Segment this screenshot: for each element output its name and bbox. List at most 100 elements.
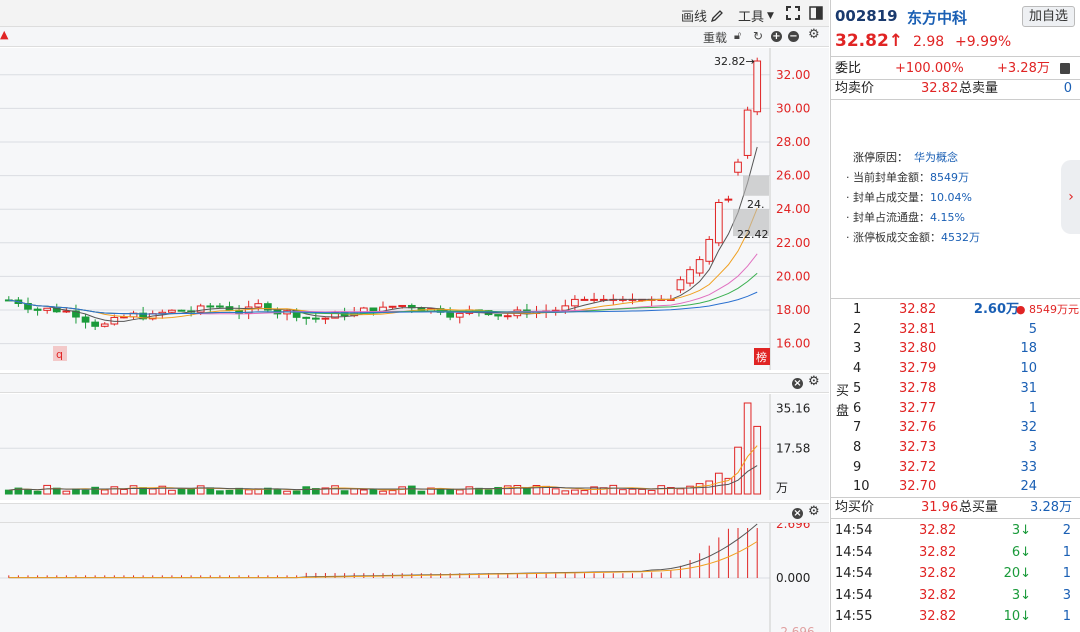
- volume-bar: [379, 490, 387, 495]
- volume-bar: [571, 489, 579, 495]
- macd-panel-bar: × ⚙: [0, 503, 829, 523]
- add-watchlist-button[interactable]: 加自选: [1022, 6, 1075, 27]
- macd-chart[interactable]: 2.696 0.000 -2.696: [0, 523, 829, 632]
- order-volume: 33: [1020, 459, 1037, 475]
- volume-bar: [81, 489, 90, 495]
- zoom-out-icon[interactable]: −: [788, 31, 799, 42]
- candle-body: [676, 279, 685, 291]
- chevron-down-icon: ▼: [767, 10, 774, 21]
- kline-chart[interactable]: 32.00 30.00 28.00 26.00 24.00 22.00 20.00 18.00…: [0, 48, 829, 370]
- tick-volume: 6↓: [1011, 544, 1031, 560]
- candle-body: [206, 305, 215, 308]
- seal-volume-ratio-value: 10.04%: [930, 191, 972, 204]
- last-price-value: 32.82: [835, 31, 889, 51]
- avg-sell-row: 均卖价 32.82 总卖量 0: [835, 79, 1076, 99]
- volume-bar: [110, 486, 119, 495]
- volume-bar: [187, 488, 195, 495]
- volume-bar: [4, 489, 13, 495]
- volume-bar: [580, 490, 589, 495]
- buy-side-label: 买盘: [836, 382, 850, 422]
- tick-time: 14:54: [835, 587, 873, 603]
- order-book-row[interactable]: 10 32.70 24: [853, 477, 1077, 497]
- candle-body: [254, 303, 263, 308]
- order-book-row[interactable]: 4 32.79 10: [853, 359, 1077, 379]
- y-tick-label: 26.00: [776, 169, 810, 183]
- gear-icon[interactable]: ⚙: [808, 27, 820, 42]
- copy-icon[interactable]: [1060, 63, 1070, 74]
- buy-side-label-char: 盘: [836, 404, 850, 419]
- fullscreen-icon[interactable]: [786, 6, 800, 20]
- zoom-in-icon[interactable]: +: [771, 31, 782, 42]
- buy-side-label-char: 买: [836, 384, 850, 399]
- volume-bar: [436, 489, 445, 495]
- price-change-pct: +9.99%: [955, 34, 1012, 50]
- volume-bar: [446, 488, 455, 495]
- tick-price: 32.82: [919, 523, 957, 538]
- tick-row: 14:54 32.82 20↓ 1: [835, 563, 1077, 584]
- stock-name[interactable]: 东方中科: [907, 7, 967, 28]
- refresh-icon[interactable]: ↻: [753, 29, 763, 43]
- candle-body: [753, 60, 762, 113]
- order-volume: 10: [1020, 361, 1037, 377]
- commission-ratio-label: 委比: [835, 61, 862, 76]
- limit-reason-value[interactable]: 华为概念: [914, 151, 958, 164]
- gear-icon[interactable]: ⚙: [808, 504, 820, 519]
- order-extra: ● 8549万元: [1015, 303, 1079, 316]
- order-book-row[interactable]: 8 32.73 3: [853, 438, 1077, 458]
- y-tick-label: 0.000: [776, 571, 810, 585]
- gear-icon[interactable]: ⚙: [808, 374, 820, 389]
- layout-panel-icon[interactable]: [809, 6, 823, 20]
- close-icon[interactable]: ×: [792, 378, 803, 389]
- volume-bar: [417, 490, 426, 495]
- candle-body: [714, 201, 723, 244]
- order-book-row[interactable]: 1 32.82 2.60万 ● 8549万元: [853, 300, 1079, 320]
- order-price: 32.70: [899, 479, 937, 495]
- volume-bar: [734, 446, 742, 495]
- order-book-row[interactable]: 5 32.78 31: [853, 379, 1077, 399]
- tick-price: 32.82: [919, 587, 957, 603]
- y-tick-label: 30.00: [776, 101, 810, 115]
- chart-toolbar: 画线 工具 ▼: [0, 0, 829, 27]
- seal-volume-ratio-label: 封单占成交量：: [853, 191, 930, 204]
- y-tick-label: 2.696: [776, 523, 810, 531]
- close-icon[interactable]: ×: [792, 508, 803, 519]
- volume-chart[interactable]: 35.16 17.58 万: [0, 394, 829, 500]
- order-book-row[interactable]: 7 32.76 32: [853, 418, 1077, 438]
- candle-body: [91, 321, 100, 327]
- order-book-row[interactable]: 3 32.80 18: [853, 339, 1077, 359]
- tools-menu-button[interactable]: 工具 ▼: [738, 6, 774, 25]
- order-price: 32.72: [899, 459, 937, 475]
- limit-reason-row: 涨停原因： 华为概念: [853, 148, 958, 168]
- tick-volume: 3↓: [1011, 587, 1031, 603]
- tick-time: 14:54: [835, 566, 873, 581]
- seal-float-ratio-value: 4.15%: [930, 211, 965, 224]
- y-tick-label: 17.58: [776, 441, 810, 455]
- volume-bar: [340, 490, 349, 495]
- commission-diff-value: +3.28万: [997, 61, 1050, 76]
- volume-bar: [350, 488, 359, 495]
- order-book-row[interactable]: 6 32.77 1: [853, 399, 1077, 419]
- volume-bar: [273, 488, 282, 495]
- order-volume: 5: [1028, 321, 1037, 337]
- volume-bar: [72, 488, 80, 495]
- candle-body: [571, 298, 579, 307]
- volume-panel-bar: × ⚙: [0, 373, 829, 393]
- volume-bar: [24, 488, 32, 495]
- expand-panel-icon[interactable]: ›: [1061, 160, 1080, 234]
- volume-bar: [503, 485, 512, 495]
- pencil-icon: [710, 9, 723, 22]
- order-price: 32.77: [899, 400, 937, 416]
- tick-time: 14:55: [835, 609, 873, 624]
- candle-body: [62, 310, 71, 313]
- tick-time: 14:54: [835, 523, 873, 538]
- y-tick-label: 万: [776, 481, 788, 495]
- commission-ratio-value: +100.00%: [895, 61, 964, 76]
- draw-line-button[interactable]: 画线: [681, 6, 724, 25]
- volume-bar: [484, 489, 493, 495]
- unlock-icon[interactable]: 🔓︎: [734, 29, 741, 43]
- y-tick-label: 28.00: [776, 135, 810, 149]
- order-level: 2: [853, 321, 862, 337]
- order-book-row[interactable]: 9 32.72 33: [853, 458, 1077, 478]
- order-book-row[interactable]: 2 32.81 5: [853, 320, 1077, 340]
- rehabilitation-button[interactable]: 重载: [703, 29, 727, 46]
